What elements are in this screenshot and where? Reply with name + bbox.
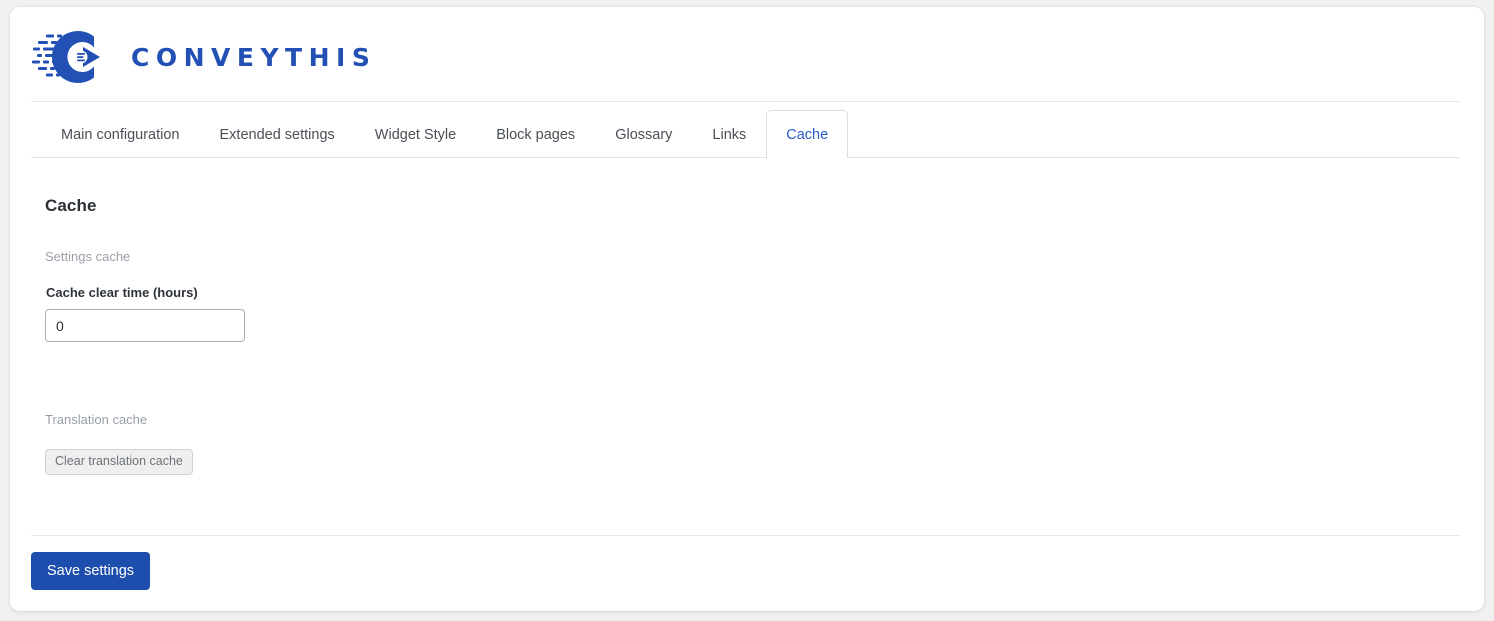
settings-cache-group: Settings cache Cache clear time (hours) xyxy=(45,250,645,342)
tab-block-pages[interactable]: Block pages xyxy=(476,110,595,158)
tab-label: Widget Style xyxy=(374,126,457,143)
save-settings-button[interactable]: Save settings xyxy=(31,552,151,590)
conveythis-rocket-c-logo-icon xyxy=(32,31,100,83)
tab-cache[interactable]: Cache xyxy=(766,110,849,159)
plugin-settings-card: CONVEYTHIS Main configuration Extended s… xyxy=(10,7,1484,611)
tab-bar: Main configuration Extended settings Wid… xyxy=(10,110,1484,159)
cache-clear-time-input[interactable] xyxy=(45,309,245,342)
tab-main-configuration[interactable]: Main configuration xyxy=(41,110,200,158)
brand-logo: CONVEYTHIS xyxy=(31,28,376,86)
brand-wordmark: CONVEYTHIS xyxy=(131,42,377,72)
tab-extended-settings[interactable]: Extended settings xyxy=(200,110,355,158)
header-divider xyxy=(31,101,1460,102)
translation-cache-group: Translation cache Clear translation cach… xyxy=(45,413,645,475)
cache-clear-time-label: Cache clear time (hours) xyxy=(46,285,198,300)
translation-cache-caption: Translation cache xyxy=(45,412,148,427)
tab-label: Cache xyxy=(786,126,829,143)
tab-label: Links xyxy=(712,126,747,143)
tab-list: Main configuration Extended settings Wid… xyxy=(41,110,849,159)
brand-header: CONVEYTHIS xyxy=(10,7,1484,104)
page-title: Cache xyxy=(45,196,97,215)
tab-label: Block pages xyxy=(496,126,576,143)
tab-label: Extended settings xyxy=(219,126,335,143)
footer-bar: Save settings xyxy=(10,535,1484,611)
cache-settings-panel: Cache Settings cache Cache clear time (h… xyxy=(10,158,1484,535)
clear-translation-cache-button[interactable]: Clear translation cache xyxy=(45,449,193,475)
tab-links[interactable]: Links xyxy=(692,110,766,158)
tab-label: Main configuration xyxy=(61,126,180,143)
tab-widget-style[interactable]: Widget Style xyxy=(355,110,476,158)
tab-label: Glossary xyxy=(615,126,673,143)
settings-cache-caption: Settings cache xyxy=(45,249,131,264)
tab-glossary[interactable]: Glossary xyxy=(595,110,692,158)
